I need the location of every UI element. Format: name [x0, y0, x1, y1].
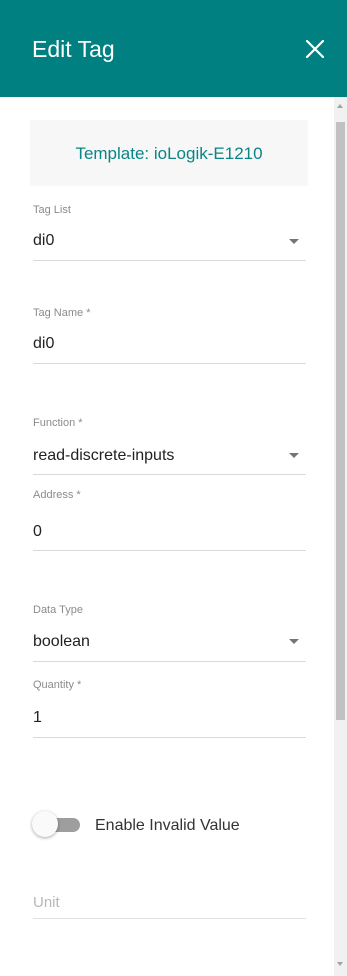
toggle-knob	[32, 811, 58, 837]
chevron-down-icon	[289, 239, 299, 244]
template-name: Template: ioLogik-E1210	[75, 144, 263, 163]
quantity-label: Quantity *	[33, 679, 82, 691]
tag-list-value: di0	[33, 232, 55, 249]
data-type-value: boolean	[33, 633, 90, 650]
close-icon	[305, 39, 325, 59]
close-button[interactable]	[302, 36, 328, 62]
enable-invalid-value-label: Enable Invalid Value	[95, 817, 240, 834]
quantity-field[interactable]: Quantity * 1	[33, 679, 306, 741]
scroll-down-arrow-icon[interactable]	[337, 962, 343, 966]
field-underline	[33, 737, 306, 738]
scrollbar-thumb[interactable]	[336, 122, 345, 720]
dialog-title: Edit Tag	[32, 36, 115, 62]
data-type-dropdown[interactable]: Data Type boolean	[33, 604, 306, 664]
tag-name-label: Tag Name *	[33, 307, 91, 319]
chevron-down-icon	[289, 639, 299, 644]
unit-input[interactable]: Unit	[33, 893, 60, 913]
scrollbar[interactable]	[334, 97, 347, 976]
field-underline	[33, 918, 306, 919]
dialog-header: Edit Tag	[0, 0, 347, 97]
address-field[interactable]: Address * 0	[33, 489, 306, 551]
address-value: 0	[33, 523, 42, 540]
tag-name-field[interactable]: Tag Name * di0	[33, 307, 306, 367]
chevron-down-icon	[289, 453, 299, 458]
function-dropdown[interactable]: Function * read-discrete-inputs	[33, 417, 306, 477]
function-value: read-discrete-inputs	[33, 447, 175, 464]
tag-name-value: di0	[33, 335, 55, 352]
scroll-up-arrow-icon[interactable]	[337, 104, 343, 108]
field-underline	[33, 661, 306, 662]
template-banner: Template: ioLogik-E1210	[30, 120, 308, 186]
field-underline	[33, 363, 306, 364]
field-underline	[33, 550, 306, 551]
quantity-value: 1	[33, 709, 42, 726]
tag-list-dropdown[interactable]: Tag List di0	[33, 204, 306, 264]
address-label: Address *	[33, 489, 81, 501]
field-underline	[33, 260, 306, 261]
enable-invalid-value-toggle[interactable]	[32, 811, 82, 839]
field-underline	[33, 474, 306, 475]
data-type-label: Data Type	[33, 604, 83, 616]
tag-list-label: Tag List	[33, 204, 71, 216]
function-label: Function *	[33, 417, 83, 429]
